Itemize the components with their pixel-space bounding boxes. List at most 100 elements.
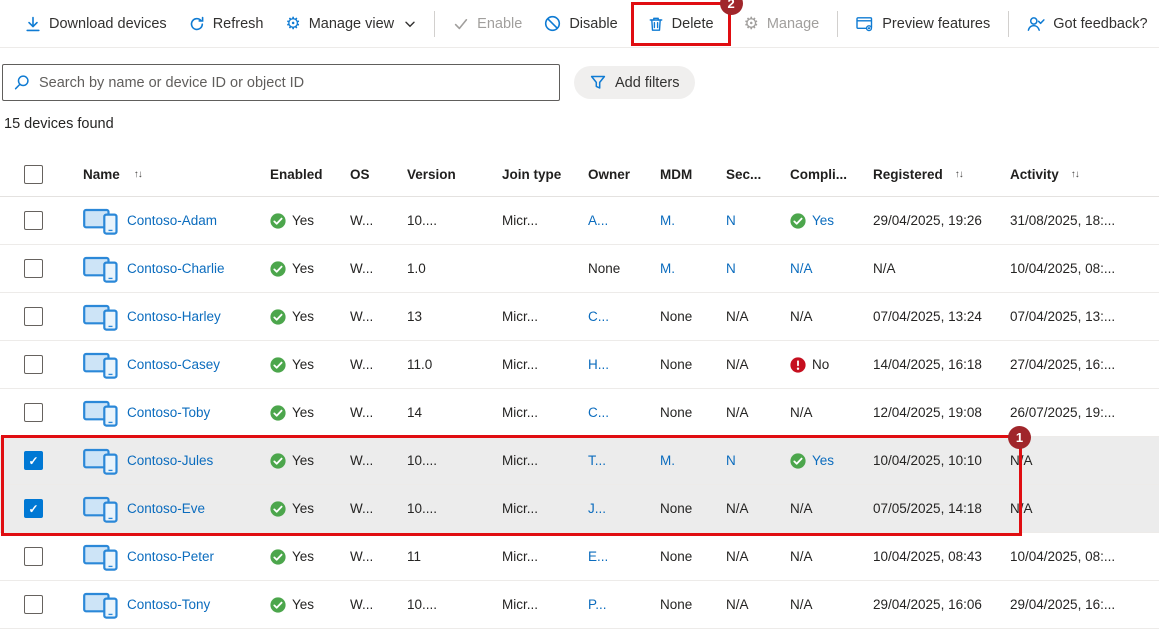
security-value[interactable]: N	[726, 261, 736, 276]
registered-value: 12/04/2025, 19:08	[873, 405, 982, 420]
cell-version: 10....	[397, 197, 492, 244]
owner-value[interactable]: J...	[588, 501, 606, 516]
cell-checkbox: ✓	[0, 485, 70, 532]
device-name-link[interactable]: Contoso-Adam	[127, 213, 217, 228]
manage-button[interactable]: ⚙ Manage	[733, 6, 831, 42]
got-feedback-button[interactable]: Got feedback?	[1016, 6, 1158, 42]
row-checkbox[interactable]	[24, 547, 43, 566]
preview-features-icon	[856, 16, 874, 32]
security-value[interactable]: N	[726, 213, 736, 228]
cell-owner: J...	[578, 485, 650, 532]
select-all-checkbox[interactable]	[24, 165, 43, 184]
cell-name: Contoso-Adam	[70, 197, 260, 244]
column-header-sec[interactable]: Sec...	[716, 153, 780, 196]
os-value: W...	[350, 357, 373, 372]
column-header-join[interactable]: Join type	[492, 153, 578, 196]
column-header-label: Registered	[873, 167, 943, 182]
preview-features-button[interactable]: Preview features	[845, 6, 1001, 42]
column-header-version[interactable]: Version	[397, 153, 492, 196]
column-header-enabled[interactable]: Enabled	[260, 153, 340, 196]
toolbar-separator	[434, 11, 435, 37]
mdm-value[interactable]: M.	[660, 213, 675, 228]
cell-os: W...	[340, 533, 397, 580]
refresh-button[interactable]: Refresh	[178, 6, 275, 42]
row-checkbox[interactable]: ✓	[24, 451, 43, 470]
owner-value[interactable]: C...	[588, 309, 609, 324]
manage-view-button[interactable]: ⚙ Manage view	[274, 6, 427, 42]
row-checkbox[interactable]	[24, 259, 43, 278]
device-name-link[interactable]: Contoso-Jules	[127, 453, 213, 468]
got-feedback-label: Got feedback?	[1053, 16, 1147, 32]
security-value: N/A	[726, 357, 749, 372]
os-value: W...	[350, 405, 373, 420]
cell-owner: A...	[578, 197, 650, 244]
delete-button[interactable]: Delete	[637, 6, 725, 42]
device-name-link[interactable]: Contoso-Harley	[127, 309, 221, 324]
device-name-link[interactable]: Contoso-Toby	[127, 405, 210, 420]
row-checkbox[interactable]	[24, 595, 43, 614]
compliant-value[interactable]: Yes	[812, 213, 834, 228]
cell-activity: 10/04/2025, 08:...	[1000, 245, 1159, 292]
search-input[interactable]	[3, 65, 559, 100]
device-name-link[interactable]: Contoso-Charlie	[127, 261, 225, 276]
version-value: 10....	[407, 597, 437, 612]
column-header-name[interactable]: Name↑↓	[70, 153, 260, 196]
row-checkbox[interactable]	[24, 307, 43, 326]
owner-value[interactable]: A...	[588, 213, 608, 228]
column-header-owner[interactable]: Owner	[578, 153, 650, 196]
device-name-link[interactable]: Contoso-Peter	[127, 549, 214, 564]
table-row[interactable]: Contoso-TonyYesW...10....Micr...P...None…	[0, 581, 1159, 629]
version-value: 10....	[407, 501, 437, 516]
mdm-value[interactable]: M.	[660, 453, 675, 468]
cell-owner: E...	[578, 533, 650, 580]
enable-button[interactable]: Enable	[442, 6, 533, 42]
cell-owner: None	[578, 245, 650, 292]
owner-value[interactable]: E...	[588, 549, 608, 564]
owner-value[interactable]: P...	[588, 597, 607, 612]
owner-value[interactable]: H...	[588, 357, 609, 372]
row-checkbox[interactable]	[24, 211, 43, 230]
registered-value: 14/04/2025, 16:18	[873, 357, 982, 372]
download-devices-button[interactable]: Download devices	[14, 6, 178, 42]
device-name-link[interactable]: Contoso-Casey	[127, 357, 220, 372]
security-value[interactable]: N	[726, 453, 736, 468]
row-checkbox[interactable]	[24, 403, 43, 422]
table-row[interactable]: ✓Contoso-JulesYesW...10....Micr...T...M.…	[0, 437, 1159, 485]
table-row[interactable]: Contoso-CaseyYesW...11.0Micr...H...NoneN…	[0, 341, 1159, 389]
os-value: W...	[350, 597, 373, 612]
version-value: 1.0	[407, 261, 426, 276]
compliant-value[interactable]: Yes	[812, 453, 834, 468]
disable-button[interactable]: Disable	[533, 6, 628, 42]
cell-version: 11.0	[397, 341, 492, 388]
enabled-status-icon	[270, 453, 286, 469]
device-name-link[interactable]: Contoso-Eve	[127, 501, 205, 516]
cell-version: 10....	[397, 437, 492, 484]
column-header-registered[interactable]: Registered↑↓	[863, 153, 1000, 196]
table-row[interactable]: ✓Contoso-EveYesW...10....Micr...J...None…	[0, 485, 1159, 533]
compliant-value[interactable]: N/A	[790, 261, 813, 276]
device-icon	[83, 303, 118, 331]
cell-join-type: Micr...	[492, 389, 578, 436]
owner-value[interactable]: T...	[588, 453, 606, 468]
device-name-link[interactable]: Contoso-Tony	[127, 597, 210, 612]
row-checkbox[interactable]: ✓	[24, 499, 43, 518]
table-row[interactable]: Contoso-HarleyYesW...13Micr...C...NoneN/…	[0, 293, 1159, 341]
version-value: 10....	[407, 213, 437, 228]
mdm-value[interactable]: M.	[660, 261, 675, 276]
row-checkbox[interactable]	[24, 355, 43, 374]
table-row[interactable]: Contoso-TobyYesW...14Micr...C...NoneN/AN…	[0, 389, 1159, 437]
add-filters-button[interactable]: Add filters	[574, 66, 695, 99]
table-row[interactable]: Contoso-CharlieYesW...1.0NoneM.NN/AN/A10…	[0, 245, 1159, 293]
table-row[interactable]: Contoso-PeterYesW...11Micr...E...NoneN/A…	[0, 533, 1159, 581]
column-header-os[interactable]: OS	[340, 153, 397, 196]
join-type-value: Micr...	[502, 501, 538, 516]
owner-value[interactable]: C...	[588, 405, 609, 420]
device-icon	[83, 591, 118, 619]
cell-compliant: N/A	[780, 485, 863, 532]
column-header-label: Owner	[588, 167, 630, 182]
table-row[interactable]: Contoso-AdamYesW...10....Micr...A...M.NY…	[0, 197, 1159, 245]
join-type-value: Micr...	[502, 213, 538, 228]
column-header-mdm[interactable]: MDM	[650, 153, 716, 196]
column-header-activity[interactable]: Activity↑↓	[1000, 153, 1159, 196]
column-header-compliant[interactable]: Compli...	[780, 153, 863, 196]
